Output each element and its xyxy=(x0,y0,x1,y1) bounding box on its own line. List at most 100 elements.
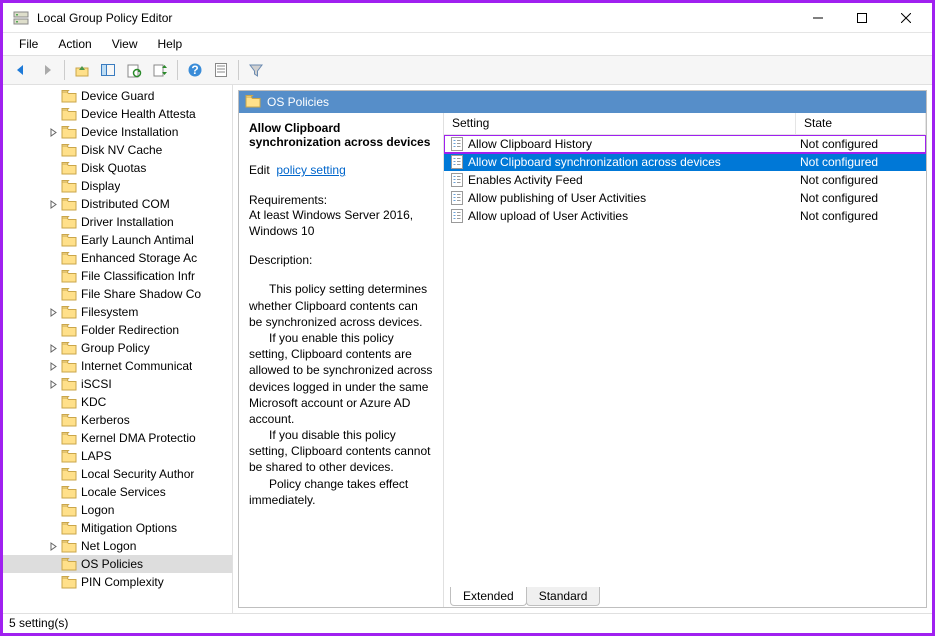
minimize-button[interactable] xyxy=(796,4,840,32)
expand-icon[interactable] xyxy=(47,540,59,552)
folder-icon xyxy=(61,179,77,193)
list-rows[interactable]: Allow Clipboard HistoryNot configuredAll… xyxy=(444,135,926,583)
export-button[interactable] xyxy=(148,58,172,82)
tree-item-label: PIN Complexity xyxy=(81,575,164,589)
tree-item[interactable]: Disk Quotas xyxy=(3,159,232,177)
show-hide-tree-button[interactable] xyxy=(96,58,120,82)
tree-item-label: iSCSI xyxy=(81,377,112,391)
tree-item-label: Device Installation xyxy=(81,125,178,139)
tree-item[interactable]: Disk NV Cache xyxy=(3,141,232,159)
tree-item[interactable]: Locale Services xyxy=(3,483,232,501)
up-button[interactable] xyxy=(70,58,94,82)
list-row[interactable]: Allow upload of User Activities Not confi… xyxy=(444,207,926,225)
tree-item-label: Group Policy xyxy=(81,341,150,355)
tree-item[interactable]: Display xyxy=(3,177,232,195)
folder-icon xyxy=(61,359,77,373)
folder-icon xyxy=(61,557,77,571)
list-cell-state: Not configured xyxy=(796,191,926,205)
setting-name: Allow upload of User Activities xyxy=(468,209,628,223)
tree-item[interactable]: Net Logon xyxy=(3,537,232,555)
help-button[interactable]: ? xyxy=(183,58,207,82)
tree-item[interactable]: Local Security Author xyxy=(3,465,232,483)
expand-icon[interactable] xyxy=(47,360,59,372)
back-button[interactable] xyxy=(9,58,33,82)
expand-icon[interactable] xyxy=(47,126,59,138)
setting-name: Allow Clipboard History xyxy=(468,137,592,151)
list-row[interactable]: Allow Clipboard HistoryNot configured xyxy=(444,135,926,153)
tree-item[interactable]: Kerberos xyxy=(3,411,232,429)
menu-file[interactable]: File xyxy=(11,35,46,53)
menu-action[interactable]: Action xyxy=(50,35,99,53)
maximize-button[interactable] xyxy=(840,4,884,32)
setting-icon xyxy=(450,173,464,187)
tree-item[interactable]: Driver Installation xyxy=(3,213,232,231)
column-state[interactable]: State xyxy=(796,113,926,134)
folder-icon xyxy=(61,503,77,517)
expand-icon[interactable] xyxy=(47,198,59,210)
tree-scroll[interactable]: Device GuardDevice Health Attesta Device … xyxy=(3,85,232,613)
menu-help[interactable]: Help xyxy=(150,35,191,53)
tree-item[interactable]: Device Installation xyxy=(3,123,232,141)
list-cell-state: Not configured xyxy=(796,209,926,223)
tree-item[interactable]: Device Guard xyxy=(3,87,232,105)
menu-view[interactable]: View xyxy=(104,35,146,53)
tree-item-label: Disk Quotas xyxy=(81,161,146,175)
properties-button[interactable] xyxy=(209,58,233,82)
tree-item[interactable]: Filesystem xyxy=(3,303,232,321)
folder-icon xyxy=(61,341,77,355)
edit-policy-link[interactable]: policy setting xyxy=(276,163,345,177)
forward-button[interactable] xyxy=(35,58,59,82)
tree-item[interactable]: Group Policy xyxy=(3,339,232,357)
folder-icon xyxy=(61,251,77,265)
close-button[interactable] xyxy=(884,4,928,32)
folder-icon xyxy=(61,215,77,229)
list-row[interactable]: Allow publishing of User ActivitiesNot c… xyxy=(444,189,926,207)
tree-item[interactable]: OS Policies xyxy=(3,555,232,573)
list-cell-setting: Allow Clipboard History xyxy=(444,137,796,151)
tree-item[interactable]: Mitigation Options xyxy=(3,519,232,537)
tree-pane: Device GuardDevice Health Attesta Device … xyxy=(3,85,233,613)
tree-item[interactable]: Kernel DMA Protectio xyxy=(3,429,232,447)
tree-item[interactable]: PIN Complexity xyxy=(3,573,232,591)
folder-icon xyxy=(61,395,77,409)
tree-item[interactable]: Folder Redirection xyxy=(3,321,232,339)
tree-item[interactable]: Distributed COM xyxy=(3,195,232,213)
menu-bar: File Action View Help xyxy=(3,33,932,55)
expand-icon[interactable] xyxy=(47,342,59,354)
toolbar-separator xyxy=(177,60,178,80)
expand-icon[interactable] xyxy=(47,378,59,390)
tree-item-label: Kerberos xyxy=(81,413,130,427)
tree-item[interactable]: Device Health Attesta xyxy=(3,105,232,123)
tree-item[interactable]: KDC xyxy=(3,393,232,411)
tree-item[interactable]: File Classification Infr xyxy=(3,267,232,285)
tree-item[interactable]: LAPS xyxy=(3,447,232,465)
folder-icon xyxy=(61,521,77,535)
folder-icon xyxy=(61,539,77,553)
refresh-button[interactable] xyxy=(122,58,146,82)
tree-item-label: Internet Communicat xyxy=(81,359,192,373)
list-row[interactable]: Allow Clipboard synchronization across d… xyxy=(444,153,926,171)
tab-extended[interactable]: Extended xyxy=(450,587,527,606)
tree-item[interactable]: Early Launch Antimal xyxy=(3,231,232,249)
list-row[interactable]: Enables Activity FeedNot configured xyxy=(444,171,926,189)
expand-icon[interactable] xyxy=(47,306,59,318)
folder-icon xyxy=(61,161,77,175)
status-bar: 5 setting(s) xyxy=(3,613,932,633)
tree-item[interactable]: Logon xyxy=(3,501,232,519)
folder-icon xyxy=(61,287,77,301)
tree-item-label: LAPS xyxy=(81,449,112,463)
tree-item[interactable]: iSCSI xyxy=(3,375,232,393)
filter-button[interactable] xyxy=(244,58,268,82)
folder-icon xyxy=(61,125,77,139)
status-text: 5 setting(s) xyxy=(9,616,68,630)
tree-item[interactable]: File Share Shadow Co xyxy=(3,285,232,303)
tree-item[interactable]: Internet Communicat xyxy=(3,357,232,375)
toolbar: ? xyxy=(3,55,932,85)
tab-standard[interactable]: Standard xyxy=(526,587,601,606)
setting-icon xyxy=(450,155,464,169)
list-cell-setting: Enables Activity Feed xyxy=(444,173,796,187)
titlebar: Local Group Policy Editor xyxy=(3,3,932,33)
column-setting[interactable]: Setting xyxy=(444,113,796,134)
setting-name: Enables Activity Feed xyxy=(468,173,583,187)
tree-item[interactable]: Enhanced Storage Ac xyxy=(3,249,232,267)
